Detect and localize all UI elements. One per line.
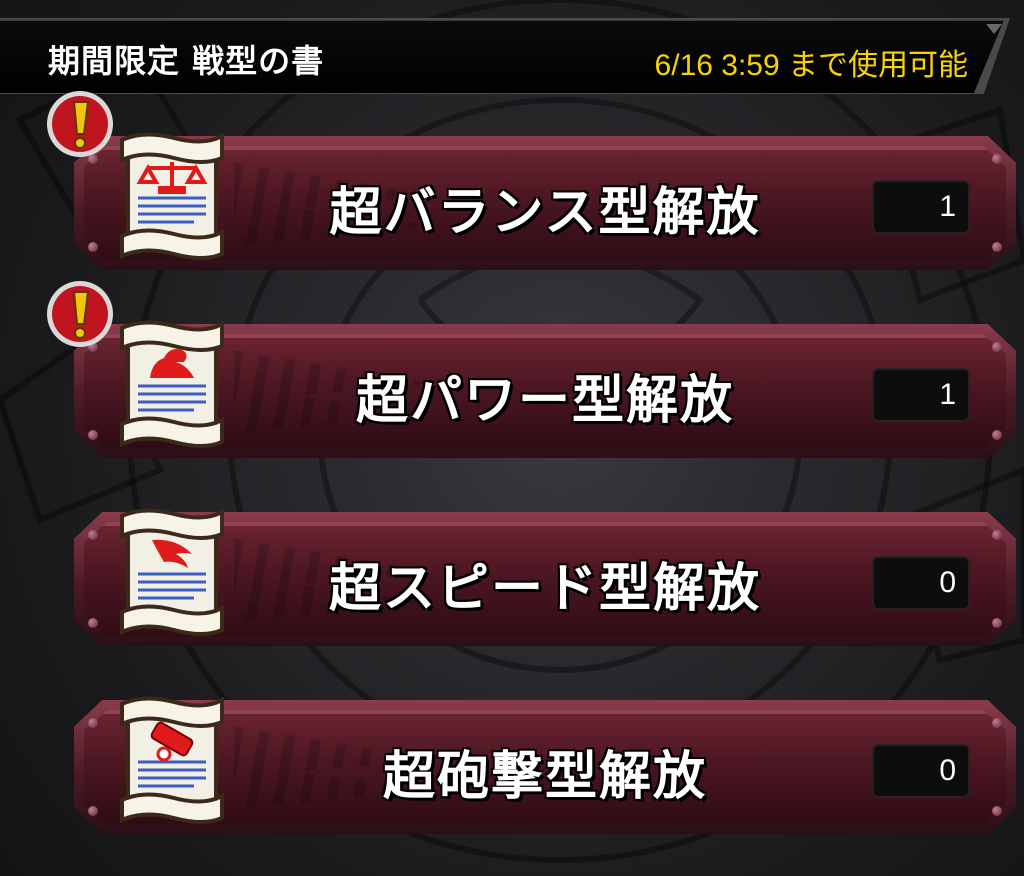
rivet	[992, 618, 1002, 628]
rivet	[992, 530, 1002, 540]
rivet	[88, 618, 98, 628]
rivet	[992, 242, 1002, 252]
rivet	[992, 718, 1002, 728]
alert-icon	[47, 91, 113, 157]
corner-arrow-icon	[986, 24, 1002, 34]
item-label: 超砲撃型解放	[382, 747, 707, 807]
scroll-icon	[120, 132, 224, 260]
item-count: 1	[939, 190, 956, 223]
count-box: 0	[872, 556, 970, 610]
item-count: 0	[939, 566, 956, 599]
rivet	[992, 806, 1002, 816]
scroll-icon	[120, 696, 224, 824]
scroll-icon	[120, 508, 224, 636]
item-row-speed[interactable]: 超スピード型解放 0	[74, 508, 1016, 646]
rivet	[992, 154, 1002, 164]
rivet	[88, 430, 98, 440]
count-box: 1	[872, 180, 970, 234]
item-count: 0	[939, 754, 956, 787]
deadline-text: 6/16 3:59 まで使用可能	[654, 49, 968, 82]
page-title: 期間限定 戦型の書	[48, 42, 325, 80]
item-label: 超スピード型解放	[328, 559, 761, 619]
item-row-power[interactable]: 超パワー型解放 1	[74, 320, 1016, 458]
item-row-balance[interactable]: 超バランス型解放 1	[74, 132, 1016, 270]
rivet	[88, 530, 98, 540]
count-box: 0	[872, 744, 970, 798]
rivet	[88, 242, 98, 252]
rivet	[992, 430, 1002, 440]
rivet	[88, 806, 98, 816]
rivet	[992, 342, 1002, 352]
item-row-cannon[interactable]: 超砲撃型解放 0	[74, 696, 1016, 834]
item-count: 1	[939, 378, 956, 411]
rivet	[88, 718, 98, 728]
alert-icon	[47, 281, 113, 347]
scroll-icon	[120, 320, 224, 448]
count-box: 1	[872, 368, 970, 422]
item-label: 超バランス型解放	[329, 183, 761, 243]
item-label: 超パワー型解放	[355, 371, 734, 431]
